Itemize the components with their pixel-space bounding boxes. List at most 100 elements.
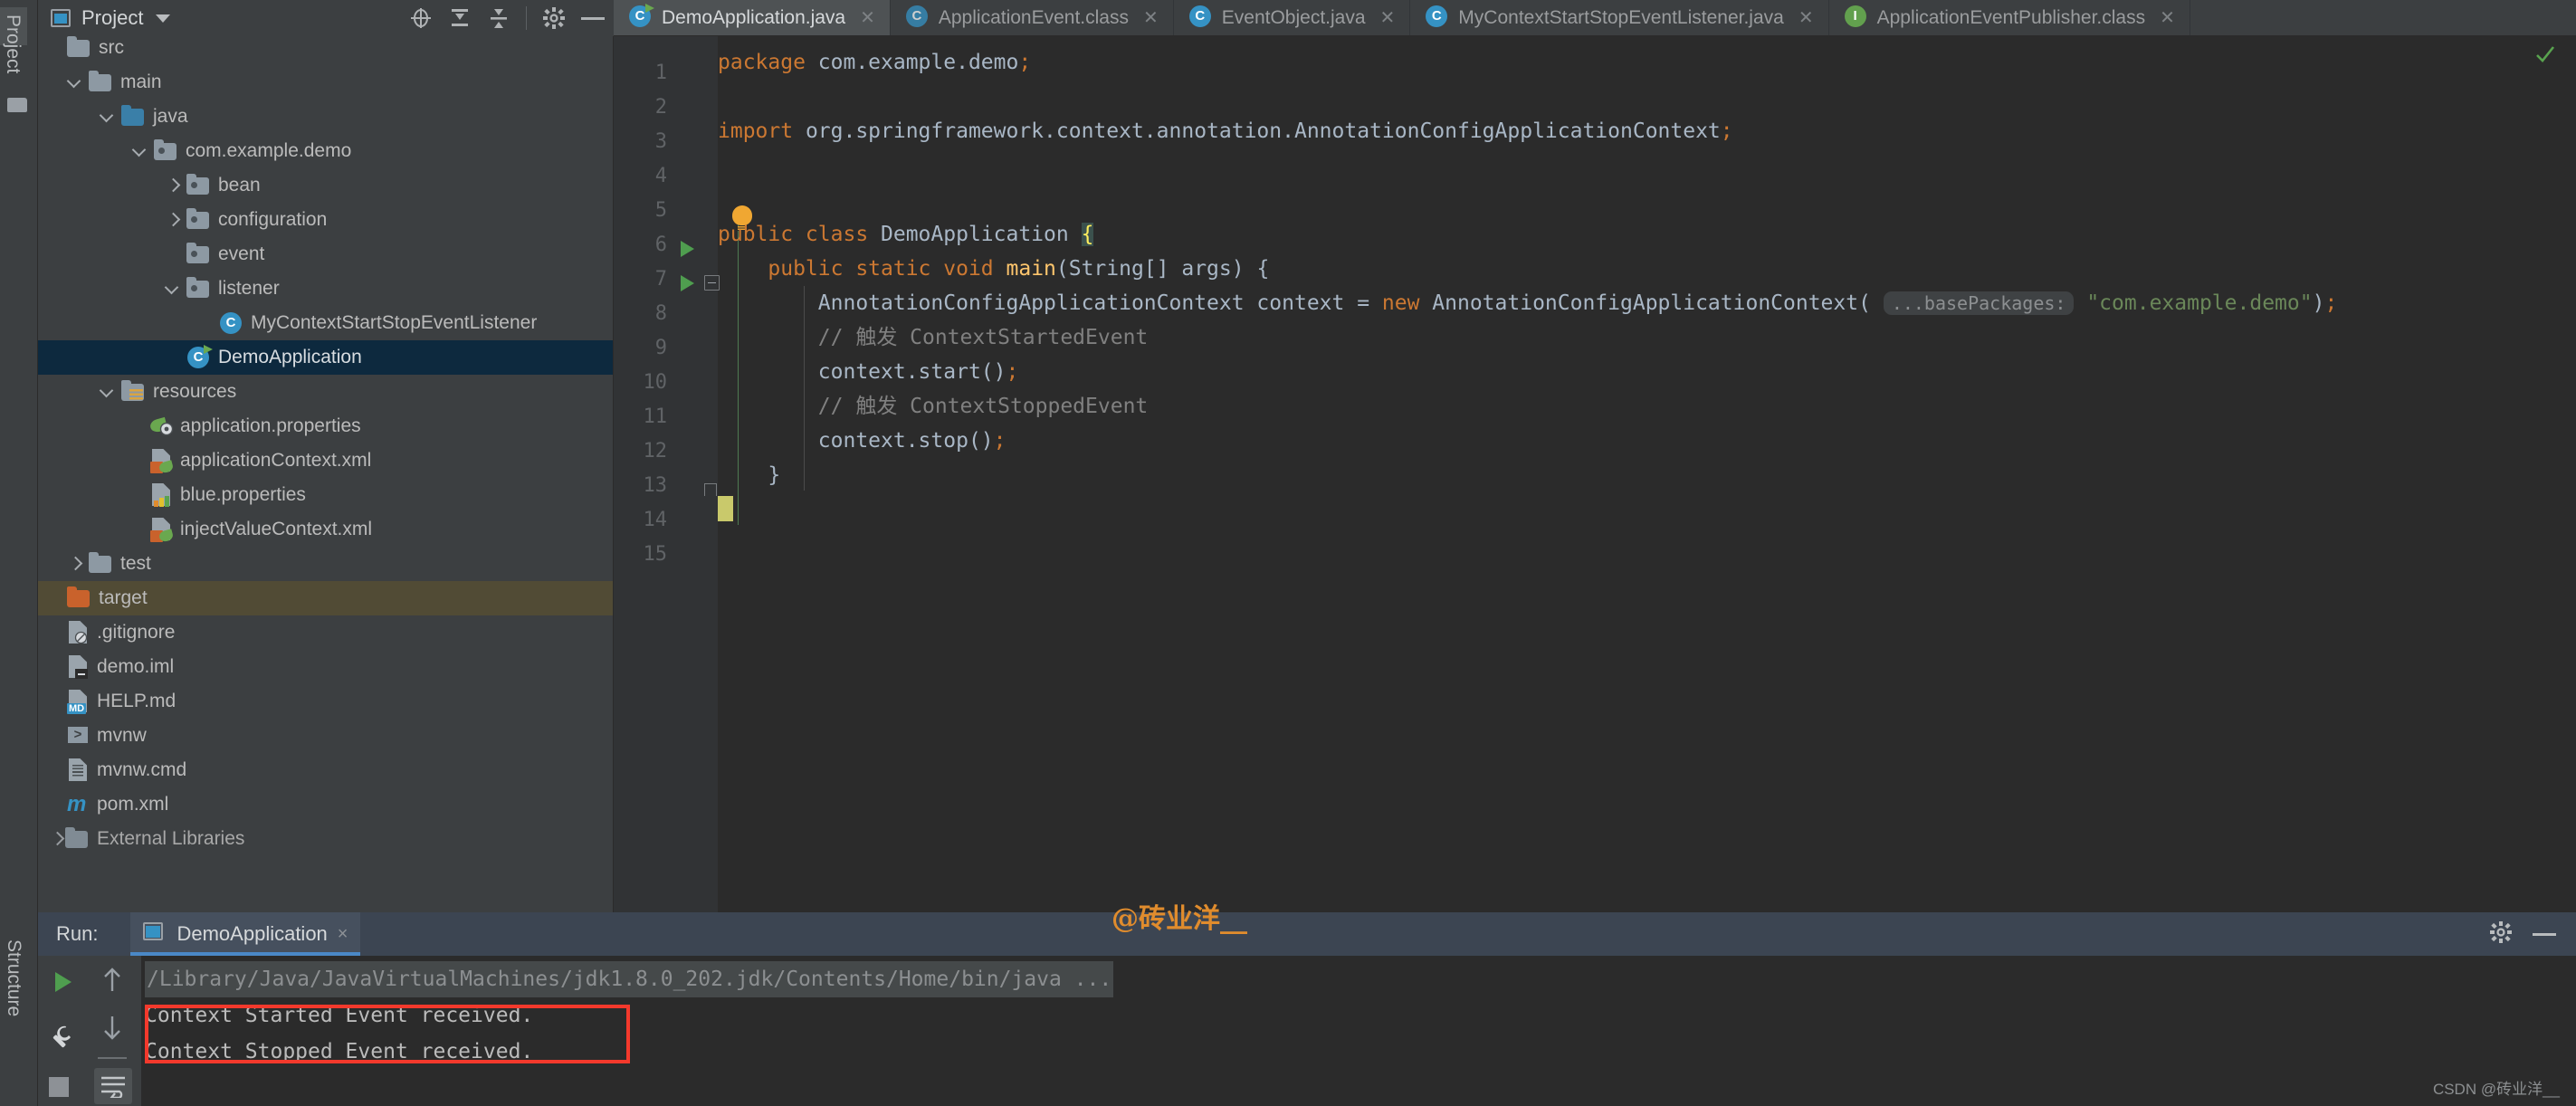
tree-row-test[interactable]: test [38,547,613,581]
resources-folder-icon [121,380,145,402]
tree-row-injectvaluecontext-xml[interactable]: injectValueContext.xml [38,512,613,547]
line-number: 12 [643,440,668,462]
tree-row-application-properties[interactable]: application.properties [38,409,613,443]
close-icon[interactable]: ✕ [1143,6,1159,29]
code-editor[interactable]: 1 2 3 4 5 6 7 8 9 10 11 12 13 14 15 pack… [614,36,2576,912]
tree-item-label: DemoApplication [218,347,362,367]
run-left-toolbar [38,956,89,1106]
gear-icon[interactable] [542,6,566,30]
chevron-down-icon[interactable] [165,281,181,297]
chevron-down-icon[interactable] [156,14,171,23]
tree-row-package-com-example-demo[interactable]: com.example.demo [38,134,613,168]
chevron-down-icon[interactable] [100,109,116,125]
no-errors-check-icon[interactable] [2534,43,2556,65]
tree-item-label: bean [218,175,261,195]
tree-row-help-md[interactable]: MD HELP.md [38,684,613,719]
run-configuration-tab[interactable]: DemoApplication × [130,912,361,956]
tree-row-external-libraries[interactable]: External Libraries [38,822,613,856]
tree-row-mvnw[interactable]: > mvnw [38,719,613,753]
tree-row-demoapplication[interactable]: C DemoApplication [38,340,613,375]
close-icon[interactable]: ✕ [2160,6,2175,29]
tree-row-listener[interactable]: listener [38,272,613,306]
tree-row-mvnw-cmd[interactable]: mvnw.cmd [38,753,613,787]
line-number: 13 [643,474,668,497]
tree-row-pom-xml[interactable]: m pom.xml [38,787,613,822]
line-number: 5 [654,199,667,222]
author-watermark: @砖业洋__ [1111,903,1247,935]
gear-icon[interactable] [2489,920,2513,949]
chevron-right-icon[interactable] [165,177,181,194]
tree-row-bean[interactable]: bean [38,168,613,203]
project-tree[interactable]: demo src main java com.example.demo bean [38,36,614,912]
scroll-down-icon[interactable] [100,1014,132,1046]
tree-row-target[interactable]: target [38,581,613,615]
chevron-right-icon[interactable] [165,212,181,228]
editor-tab-eventobject-java[interactable]: C EventObject.java ✕ [1174,0,1411,35]
package-icon [186,243,210,264]
editor-tab-applicationevent-class[interactable]: C ApplicationEvent.class ✕ [891,0,1174,35]
editor-tab-applicationeventpublisher-class[interactable]: I ApplicationEventPublisher.class ✕ [1829,0,2190,35]
editor-tab-demoapplication-java[interactable]: C DemoApplication.java ✕ [614,0,891,35]
locate-icon[interactable] [409,6,433,30]
chevron-right-icon[interactable] [49,831,65,847]
folder-icon [89,552,112,574]
tree-row-demo-iml[interactable]: demo.iml [38,650,613,684]
package-icon [186,208,210,230]
tree-row-gitignore[interactable]: .gitignore [38,615,613,650]
run-gutter-icon[interactable] [681,241,702,262]
java-interface-icon: I [1844,5,1867,30]
markdown-file-icon: MD [67,690,89,714]
code-line-10: context.start(); [718,360,1019,384]
project-panel-toolbar [409,6,614,30]
tree-item-label: application.properties [180,415,361,436]
run-tool-window: Run: DemoApplication × /Library/Java/Jav… [38,912,2576,1106]
run-gutter-icon[interactable] [681,275,702,297]
line-number: 7 [654,268,667,291]
chevron-down-icon[interactable] [132,143,148,159]
tree-row-applicationcontext-xml[interactable]: applicationContext.xml [38,443,613,478]
tree-item-label: blue.properties [180,484,306,505]
java-class-icon: C [219,312,243,334]
run-tool-window-header: Run: DemoApplication × [38,912,2576,956]
soft-wrap-icon[interactable] [94,1068,132,1104]
spring-properties-icon [148,416,174,436]
minimize-icon[interactable] [581,6,605,30]
tree-row-blue-properties[interactable]: blue.properties [38,478,613,512]
editor-tab-bar[interactable]: C DemoApplication.java ✕ C ApplicationEv… [614,0,2576,36]
chevron-right-icon[interactable] [67,556,83,572]
run-console-output[interactable]: /Library/Java/JavaVirtualMachines/jdk1.8… [141,956,2576,1106]
tree-row-src[interactable]: src [38,36,613,65]
close-icon[interactable]: × [338,924,348,945]
tool-window-button-structure[interactable]: Structure [0,932,28,1016]
md-badge: MD [67,703,87,714]
tree-row-event[interactable]: event [38,237,613,272]
minimize-icon[interactable] [2533,932,2556,936]
tree-item-label: MyContextStartStopEventListener [251,312,538,333]
scroll-up-icon[interactable] [100,967,132,999]
chevron-down-icon[interactable] [67,74,83,91]
rerun-icon[interactable] [49,968,81,1001]
tree-item-label: demo.iml [97,656,175,677]
tree-row-resources[interactable]: resources [38,375,613,409]
settings-wrench-icon[interactable] [47,1023,80,1055]
editor-tab-mycontextstartstopeventlistener-java[interactable]: C MyContextStartStopEventListener.java ✕ [1410,0,1829,35]
close-icon[interactable]: ✕ [1380,6,1396,29]
tree-row-main[interactable]: main [38,65,613,100]
close-icon[interactable]: ✕ [860,6,875,29]
tree-row-configuration[interactable]: configuration [38,203,613,237]
editor-gutter[interactable]: 1 2 3 4 5 6 7 8 9 10 11 12 13 14 15 [614,36,720,912]
console-line-stopped: Context Stopped Event received. [145,1040,534,1063]
tree-row-java[interactable]: java [38,100,613,134]
tool-window-button-project[interactable]: Project [0,7,27,73]
stop-icon[interactable] [49,1077,81,1106]
toolbar-divider [98,1057,127,1059]
close-icon[interactable]: ✕ [1798,6,1814,29]
expand-all-icon[interactable] [448,6,472,30]
code-line-6: public class DemoApplication { [718,223,1094,246]
collapse-all-icon[interactable] [487,6,510,30]
tree-item-label: java [153,106,188,127]
chevron-down-icon[interactable] [100,384,116,400]
tree-row-mycontextstartstopeventlistener[interactable]: C MyContextStartStopEventListener [38,306,613,340]
package-icon [186,174,210,195]
code-text-area[interactable]: package com.example.demo; import org.spr… [718,36,2576,912]
